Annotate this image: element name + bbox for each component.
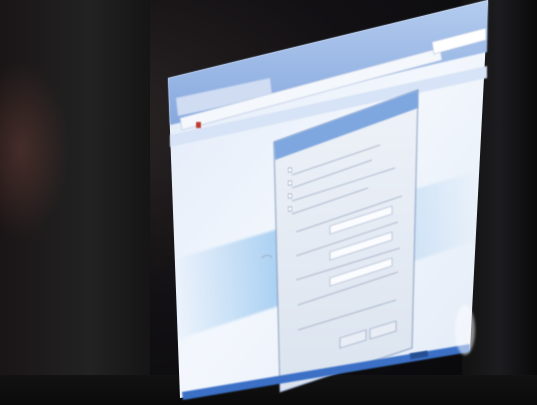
photo-scene xyxy=(0,0,537,405)
toolbar-red-icon xyxy=(196,122,201,128)
monitor-screen xyxy=(168,0,488,400)
screen-reflection-spot xyxy=(455,305,475,355)
